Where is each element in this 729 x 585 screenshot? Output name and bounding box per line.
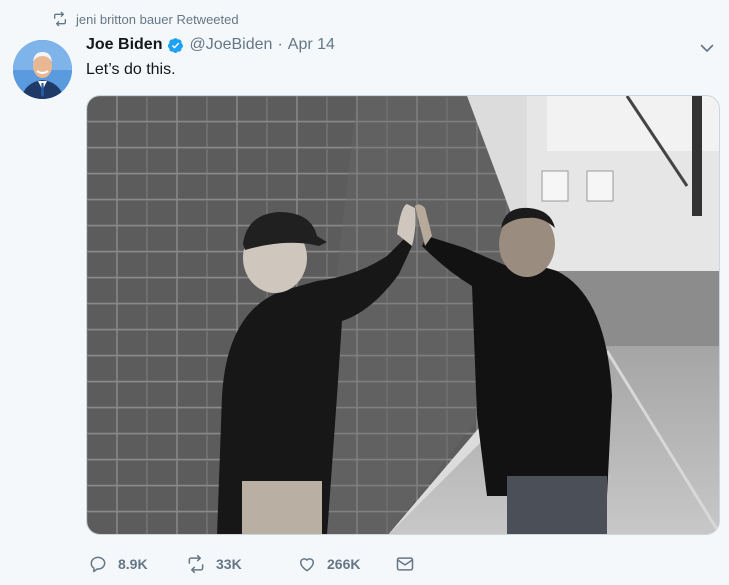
like-button[interactable]: 266K <box>297 554 395 574</box>
tweet-header: Joe Biden @JoeBiden · Apr 14 <box>86 34 719 56</box>
retweet-context: jeni britton bauer Retweeted <box>52 9 239 29</box>
reply-count: 8.9K <box>118 556 148 572</box>
tweet-photo[interactable] <box>86 95 720 535</box>
author-handle[interactable]: @JoeBiden <box>189 36 272 54</box>
retweet-button[interactable]: 33K <box>186 554 297 574</box>
envelope-icon <box>396 557 414 571</box>
retweet-icon <box>54 11 66 27</box>
avatar[interactable] <box>13 40 72 99</box>
chevron-down-icon[interactable] <box>699 40 715 56</box>
tweet-text: Let’s do this. <box>86 61 176 78</box>
retweet-count: 33K <box>216 556 242 572</box>
separator-dot: · <box>277 36 283 53</box>
verified-badge-icon <box>168 37 184 53</box>
author-name[interactable]: Joe Biden <box>86 36 162 54</box>
reply-icon <box>90 556 106 573</box>
tweet-actions: 8.9K 33K 266K <box>88 553 415 575</box>
retweet-context-text[interactable]: jeni britton bauer Retweeted <box>76 12 239 27</box>
tweet[interactable]: jeni britton bauer Retweeted Joe Biden @… <box>0 0 729 585</box>
retweet-icon <box>188 554 204 574</box>
like-count: 266K <box>327 556 361 572</box>
reply-button[interactable]: 8.9K <box>88 554 186 574</box>
heart-icon <box>300 558 314 572</box>
direct-message-button[interactable] <box>395 554 415 574</box>
tweet-date[interactable]: Apr 14 <box>288 36 335 54</box>
